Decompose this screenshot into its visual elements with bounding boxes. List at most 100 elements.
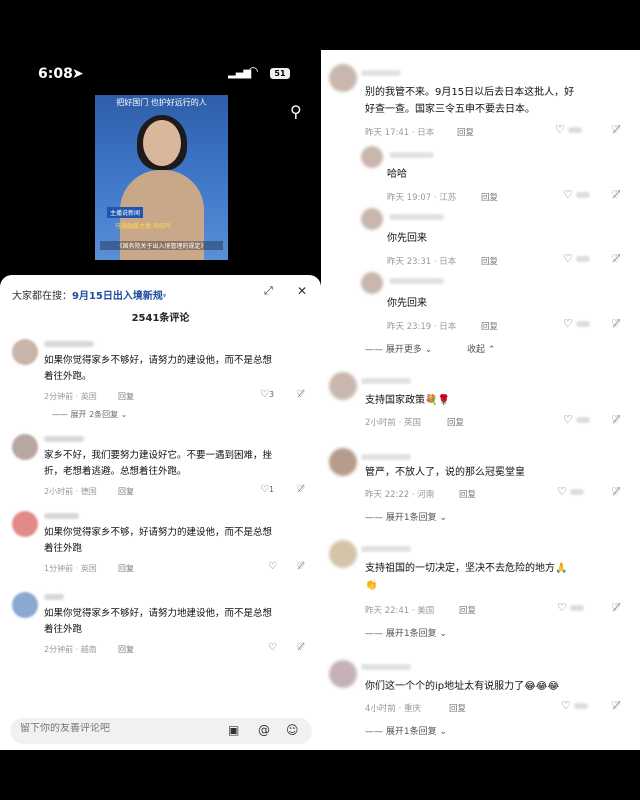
comment-meta: 昨天 23:31 · 日本: [387, 257, 457, 267]
avatar[interactable]: [361, 146, 383, 168]
hot-search[interactable]: 大家都在搜：9月15日出入境新规ᵠ: [12, 287, 166, 302]
comment-input-bar: ▣ @ ☺: [10, 718, 312, 744]
avatar[interactable]: [329, 372, 357, 400]
like-button[interactable]: ♡3: [260, 389, 274, 400]
avatar[interactable]: [12, 339, 38, 365]
avatar[interactable]: [329, 64, 357, 92]
dislike-icon[interactable]: ♡̸: [611, 413, 621, 426]
dislike-icon[interactable]: ♡̸: [611, 485, 621, 498]
expand-more-button[interactable]: —— 展开更多 ⌄: [365, 342, 432, 355]
reply-button[interactable]: 回复: [481, 191, 498, 203]
comment-meta: 1分钟前 · 英国: [44, 564, 97, 573]
like-button[interactable]: ♡: [268, 642, 277, 653]
dislike-icon[interactable]: ♡̸: [296, 561, 305, 572]
reply-button[interactable]: 回复: [459, 488, 476, 500]
expand-replies-button[interactable]: —— 展开1条回复 ⌄: [365, 510, 447, 523]
comment-text: 别的我管不来。9月15日以后去日本这批人，好 好查一查。国家三令五申不要去日本。: [365, 87, 575, 115]
like-button[interactable]: ♡: [563, 188, 591, 201]
video-player[interactable]: 把好国门 也护好远行的人 主播说新闻 马海融媒主播 冉晓丹 《国务院关于出入境管…: [95, 95, 228, 260]
comment-meta: 昨天 22:41 · 美国: [365, 606, 435, 616]
username[interactable]: [361, 378, 411, 384]
reply-button[interactable]: 回复: [481, 255, 498, 267]
like-button[interactable]: ♡: [268, 561, 277, 572]
expand-replies-button[interactable]: —— 展开1条回复 ⌄: [365, 626, 447, 639]
reply-text: 你先回来: [387, 233, 427, 244]
expand-icon[interactable]: ⤢: [264, 284, 273, 298]
username[interactable]: [361, 70, 401, 76]
username[interactable]: [361, 546, 411, 552]
reply-button[interactable]: 回复: [118, 563, 134, 574]
right-screenshot: 别的我管不来。9月15日以后去日本这批人，好 好查一查。国家三令五申不要去日本。 …: [321, 50, 640, 750]
avatar[interactable]: [361, 208, 383, 230]
reply-button[interactable]: 回复: [449, 702, 466, 714]
username[interactable]: [44, 341, 94, 347]
username[interactable]: [389, 214, 444, 220]
reply-button[interactable]: 回复: [447, 416, 464, 428]
dislike-icon[interactable]: ♡̸: [296, 389, 305, 400]
avatar[interactable]: [329, 540, 357, 568]
comment-sheet: 大家都在搜：9月15日出入境新规ᵠ ⤢ ✕ 2541条评论 如果你觉得家乡不够好…: [0, 275, 321, 750]
battery-icon: 51: [270, 68, 290, 79]
reply-button[interactable]: 回复: [457, 126, 474, 138]
like-button[interactable]: ♡: [563, 413, 591, 426]
comment-meta: 2小时前 · 英国: [365, 418, 422, 428]
reply-text: 你先回来: [387, 298, 427, 309]
location-icon: ➤: [72, 66, 84, 82]
dislike-icon[interactable]: ♡̸: [611, 699, 621, 712]
like-button[interactable]: ♡: [563, 317, 591, 330]
dislike-icon[interactable]: ♡̸: [611, 252, 621, 265]
reply-text: 哈哈: [387, 169, 407, 180]
avatar[interactable]: [12, 511, 38, 537]
image-icon[interactable]: ▣: [228, 723, 239, 737]
avatar[interactable]: [361, 272, 383, 294]
comment-input[interactable]: [20, 723, 210, 734]
dislike-icon[interactable]: ♡̸: [611, 123, 621, 136]
dislike-icon[interactable]: ♡̸: [296, 484, 305, 495]
dislike-icon[interactable]: ♡̸: [611, 188, 621, 201]
reply-button[interactable]: 回复: [118, 644, 134, 655]
username[interactable]: [361, 664, 411, 670]
hot-search-query[interactable]: 9月15日出入境新规: [72, 291, 163, 302]
comment-text: 支持国家政策💐🌹: [365, 395, 450, 406]
comment-count: 2541条评论: [131, 313, 190, 324]
dislike-icon[interactable]: ♡̸: [611, 601, 621, 614]
username[interactable]: [44, 594, 64, 600]
wifi-icon: ◠: [248, 64, 259, 78]
video-headline: 把好国门 也护好远行的人: [116, 98, 207, 107]
comment-meta: 4小时前 · 重庆: [365, 704, 422, 714]
username[interactable]: [44, 436, 84, 442]
reply-button[interactable]: 回复: [118, 391, 134, 402]
dislike-icon[interactable]: ♡̸: [296, 642, 305, 653]
like-button[interactable]: ♡: [563, 252, 591, 265]
status-bar: 6:08 ➤ ▂▄▆ ◠ 51: [0, 50, 321, 90]
like-button[interactable]: ♡: [555, 123, 583, 136]
avatar[interactable]: [12, 434, 38, 460]
comment-text: 你们这一个个的ip地址太有说服力了😂😂😂: [365, 681, 560, 692]
search-icon[interactable]: ⚲: [290, 102, 302, 121]
anchor-face: [143, 120, 181, 166]
avatar[interactable]: [12, 592, 38, 618]
mention-icon[interactable]: @: [258, 723, 270, 737]
collapse-button[interactable]: 收起 ⌃: [467, 342, 495, 355]
dislike-icon[interactable]: ♡̸: [611, 317, 621, 330]
emoji-icon[interactable]: ☺: [286, 723, 299, 737]
like-button[interactable]: ♡1: [260, 484, 274, 495]
username[interactable]: [44, 513, 79, 519]
reply-button[interactable]: 回复: [118, 486, 134, 497]
close-icon[interactable]: ✕: [297, 284, 307, 298]
comment-text: 如果你觉得家乡不够好，请努力的建设他，而不是总想 着往外跑。: [44, 355, 273, 382]
like-button[interactable]: ♡: [557, 601, 585, 614]
avatar[interactable]: [329, 448, 357, 476]
comment-meta: 昨天 22:22 · 河南: [365, 490, 435, 500]
like-button[interactable]: ♡: [557, 485, 585, 498]
avatar[interactable]: [329, 660, 357, 688]
expand-replies-button[interactable]: —— 展开 2条回复 ⌄: [52, 409, 127, 420]
like-button[interactable]: ♡: [561, 699, 589, 712]
username[interactable]: [361, 454, 411, 460]
username[interactable]: [389, 152, 434, 158]
reply-button[interactable]: 回复: [459, 604, 476, 616]
comment-text: 支持祖国的一切决定，坚决不去危险的地方🙏 👏: [365, 563, 568, 591]
expand-replies-button[interactable]: —— 展开1条回复 ⌄: [365, 724, 447, 737]
username[interactable]: [389, 278, 444, 284]
reply-button[interactable]: 回复: [481, 320, 498, 332]
